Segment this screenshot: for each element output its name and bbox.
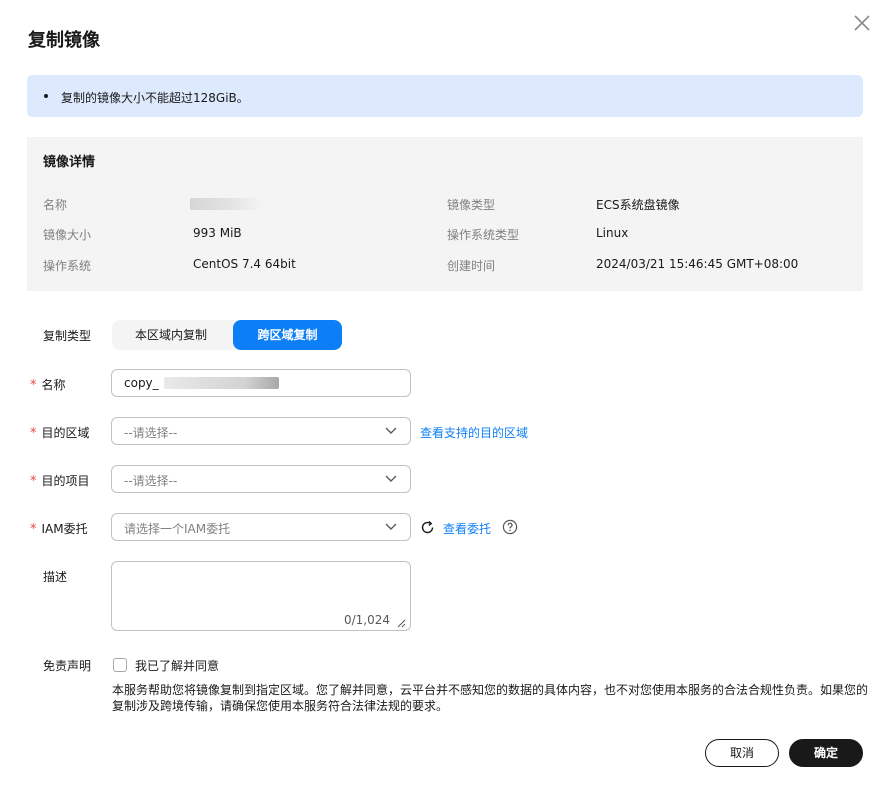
dialog-title: 复制镜像 xyxy=(28,30,100,51)
required-mark: * xyxy=(30,522,37,537)
project-placeholder: --请选择-- xyxy=(124,474,178,488)
confirm-button[interactable]: 确定 xyxy=(789,739,863,767)
info-notice: 复制的镜像大小不能超过128GiB。 xyxy=(27,75,863,117)
type-value: ECS系统盘镜像 xyxy=(596,198,680,212)
notice-text: 复制的镜像大小不能超过128GiB。 xyxy=(61,91,249,105)
description-label: 描述 xyxy=(43,570,68,584)
view-agency-link[interactable]: 查看委托 xyxy=(443,520,491,537)
required-mark: * xyxy=(30,474,37,489)
created-label: 创建时间 xyxy=(447,259,496,273)
agree-checkbox[interactable] xyxy=(113,658,127,672)
iam-field-label: * IAM委托 xyxy=(30,522,88,537)
refresh-icon[interactable] xyxy=(420,520,435,535)
name-value-redacted xyxy=(190,198,262,210)
disclaimer-text: 本服务帮助您将镜像复制到指定区域。您了解并同意，云平台并不感知您的数据的具体内容… xyxy=(112,683,869,713)
name-label: 名称 xyxy=(43,198,68,212)
copy-type-same-region[interactable]: 本区域内复制 xyxy=(112,320,230,350)
cancel-button[interactable]: 取消 xyxy=(705,739,779,767)
region-field-label: * 目的区域 xyxy=(30,426,90,441)
os-type-value: Linux xyxy=(596,226,629,240)
type-label: 镜像类型 xyxy=(447,198,496,212)
os-type-label: 操作系统类型 xyxy=(447,228,520,242)
os-label: 操作系统 xyxy=(43,259,92,273)
copy-type-segmented-control: 本区域内复制 跨区域复制 xyxy=(112,320,342,350)
close-icon xyxy=(854,15,870,31)
bullet-icon xyxy=(44,94,48,98)
name-input[interactable]: copy_ xyxy=(111,369,411,397)
close-button[interactable] xyxy=(852,13,872,33)
created-value: 2024/03/21 15:46:45 GMT+08:00 xyxy=(596,257,799,271)
copy-type-cross-region[interactable]: 跨区域复制 xyxy=(233,320,342,350)
size-value: 993 MiB xyxy=(193,226,242,240)
resize-handle-icon[interactable] xyxy=(397,617,406,628)
region-placeholder: --请选择-- xyxy=(124,426,178,440)
os-value: CentOS 7.4 64bit xyxy=(193,257,296,271)
copy-type-label: 复制类型 xyxy=(43,329,92,343)
help-icon[interactable] xyxy=(502,519,518,535)
project-field-label: * 目的项目 xyxy=(30,474,90,489)
details-title: 镜像详情 xyxy=(43,155,96,170)
iam-placeholder: 请选择一个IAM委托 xyxy=(124,522,231,536)
chevron-down-icon xyxy=(385,523,397,531)
required-mark: * xyxy=(30,378,37,393)
image-details-panel: 镜像详情 名称 镜像大小 993 MiB 操作系统 CentOS 7.4 64b… xyxy=(27,137,863,291)
name-input-value: copy_ xyxy=(124,376,159,390)
agree-label[interactable]: 我已了解并同意 xyxy=(135,657,219,674)
region-select[interactable]: --请选择-- xyxy=(111,417,411,445)
description-counter: 0/1,024 xyxy=(343,613,390,627)
size-label: 镜像大小 xyxy=(43,228,92,242)
view-supported-regions-link[interactable]: 查看支持的目的区域 xyxy=(420,424,528,441)
name-field-label: * 名称 xyxy=(30,378,66,393)
chevron-down-icon xyxy=(385,427,397,435)
iam-select[interactable]: 请选择一个IAM委托 xyxy=(111,513,411,541)
disclaimer-label: 免责声明 xyxy=(43,659,92,673)
project-select[interactable]: --请选择-- xyxy=(111,465,411,493)
description-textarea[interactable]: 0/1,024 xyxy=(111,561,411,631)
chevron-down-icon xyxy=(385,475,397,483)
required-mark: * xyxy=(30,426,37,441)
name-input-redacted xyxy=(164,377,279,389)
